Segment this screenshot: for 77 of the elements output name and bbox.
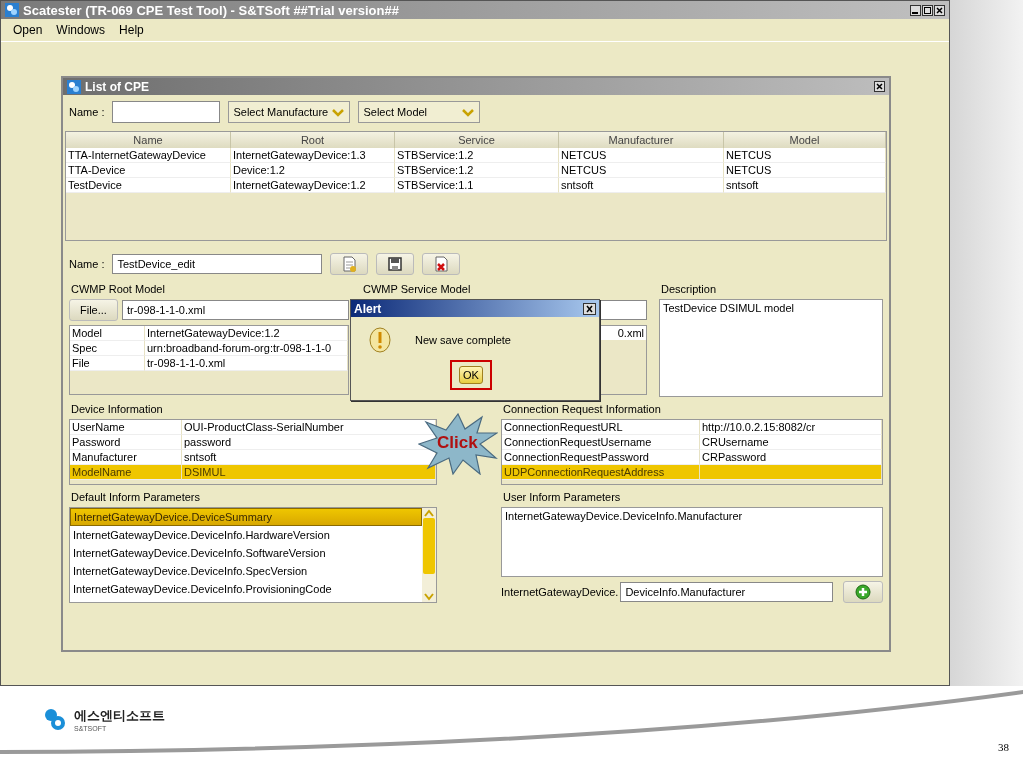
- list-item[interactable]: InternetGatewayDevice.DeviceInfo.SoftwareVersion: [70, 544, 422, 562]
- section-title: Description: [660, 283, 718, 295]
- table-row[interactable]: ConnectionRequestUsername CRUsername: [502, 435, 882, 450]
- table-cell: File: [70, 356, 145, 371]
- close-icon: [583, 302, 596, 315]
- section-title: Default Inform Parameters: [70, 491, 201, 503]
- callout-text: Click: [437, 433, 478, 453]
- section-title: User Inform Parameters: [502, 491, 622, 503]
- file-field[interactable]: tr-098-1-1-0.xml: [121, 300, 349, 320]
- plus-icon: [855, 584, 871, 600]
- delete-document-icon: [433, 256, 450, 272]
- table-cell-text: 0.xml: [617, 327, 645, 339]
- table-row[interactable]: Password password: [70, 435, 436, 450]
- window-title: Scatester (TR-069 CPE Test Tool) - S&TSoft ##Trial version##: [23, 2, 399, 18]
- column-header[interactable]: Root: [231, 132, 395, 148]
- minimize-icon: [910, 4, 921, 16]
- list-item[interactable]: InternetGatewayDevice.DeviceInfo.ProvisioningCode: [70, 580, 422, 598]
- dropdown[interactable]: Select Manufacture: [228, 101, 351, 123]
- logo-icon: [42, 706, 68, 732]
- list-item[interactable]: InternetGatewayDevice.DeviceInfo.HardwareVersion: [70, 526, 422, 544]
- column-header[interactable]: Manufacturer: [559, 132, 724, 148]
- column-header[interactable]: Service: [395, 132, 559, 148]
- table-cell: sntsoft: [559, 178, 724, 193]
- table-cell: tr-098-1-1-0.xml: [145, 356, 348, 371]
- file-button[interactable]: File...: [69, 299, 118, 321]
- table-row[interactable]: UserName OUI-ProductClass-SerialNumber: [70, 420, 436, 435]
- menu-item[interactable]: Open: [13, 23, 43, 37]
- close-icon: [934, 4, 945, 16]
- section-title: Connection Request Information: [502, 403, 662, 415]
- parameter-field[interactable]: InternetGatewayDevice.DeviceInfo.Manufacturer: [501, 507, 883, 577]
- scroll-thumb[interactable]: [423, 518, 435, 574]
- table-cell: STBService:1.1: [395, 178, 559, 193]
- company-name: 에스엔티소프트: [74, 706, 165, 725]
- section-title: Device Information: [70, 403, 164, 415]
- table-cell: TestDevice: [66, 178, 231, 193]
- scroll-down-icon: [423, 592, 435, 602]
- list-item[interactable]: InternetGatewayDevice.DeviceInfo.SpecVersion: [70, 562, 422, 580]
- ok-button[interactable]: OK: [459, 366, 483, 384]
- new-document-icon: [341, 256, 358, 272]
- name-label: Name :: [69, 106, 105, 118]
- name-field[interactable]: [112, 101, 221, 123]
- description-field[interactable]: TestDevice DSIMUL model: [659, 299, 883, 397]
- close-icon: [874, 81, 885, 92]
- table-row[interactable]: ConnectionRequestURL http://10.0.2.15:8082/cr: [502, 420, 882, 435]
- table-row[interactable]: ConnectionRequestPassword CRPassword: [502, 450, 882, 465]
- caret-icon: [331, 106, 346, 118]
- table-cell: InternetGatewayDevice:1.2: [231, 178, 395, 193]
- section-title: CWMP Root Model: [70, 283, 166, 295]
- table-row[interactable]: ModelName DSIMUL: [70, 465, 436, 480]
- caret-icon: [461, 106, 476, 118]
- maximize-icon: [922, 4, 933, 16]
- table-row[interactable]: Manufacturer sntsoft: [70, 450, 436, 465]
- menu-item[interactable]: Help: [119, 23, 144, 37]
- add-button[interactable]: [843, 581, 883, 603]
- menu-item[interactable]: Windows: [56, 23, 106, 37]
- column-header[interactable]: Model: [724, 132, 886, 148]
- name-label: Name :: [69, 258, 105, 270]
- table-row[interactable]: UDPConnectionRequestAddress: [502, 465, 882, 480]
- save-icon: [387, 256, 404, 272]
- parameter-input[interactable]: DeviceInfo.Manufacturer: [620, 582, 833, 602]
- section-title: CWMP Service Model: [362, 283, 472, 295]
- scroll-up-icon: [423, 508, 435, 518]
- toolbar-button[interactable]: [422, 253, 461, 275]
- table-cell: sntsoft: [724, 178, 886, 193]
- dialog-title: Alert: [354, 301, 382, 316]
- warning-icon: [369, 327, 391, 353]
- column-header[interactable]: Name: [66, 132, 231, 148]
- app-icon: [67, 79, 81, 94]
- page-number: 38: [998, 741, 1009, 753]
- alert-message: New save complete: [415, 334, 511, 346]
- window-title: List of CPE: [85, 79, 149, 94]
- app-icon: [5, 3, 19, 17]
- prefix-label: InternetGatewayDevice.: [501, 586, 619, 598]
- dropdown[interactable]: Select Model: [358, 101, 481, 123]
- name-field[interactable]: TestDevice_edit: [112, 254, 323, 274]
- toolbar-button[interactable]: [376, 253, 415, 275]
- list-item[interactable]: InternetGatewayDevice.DeviceSummary: [70, 508, 422, 526]
